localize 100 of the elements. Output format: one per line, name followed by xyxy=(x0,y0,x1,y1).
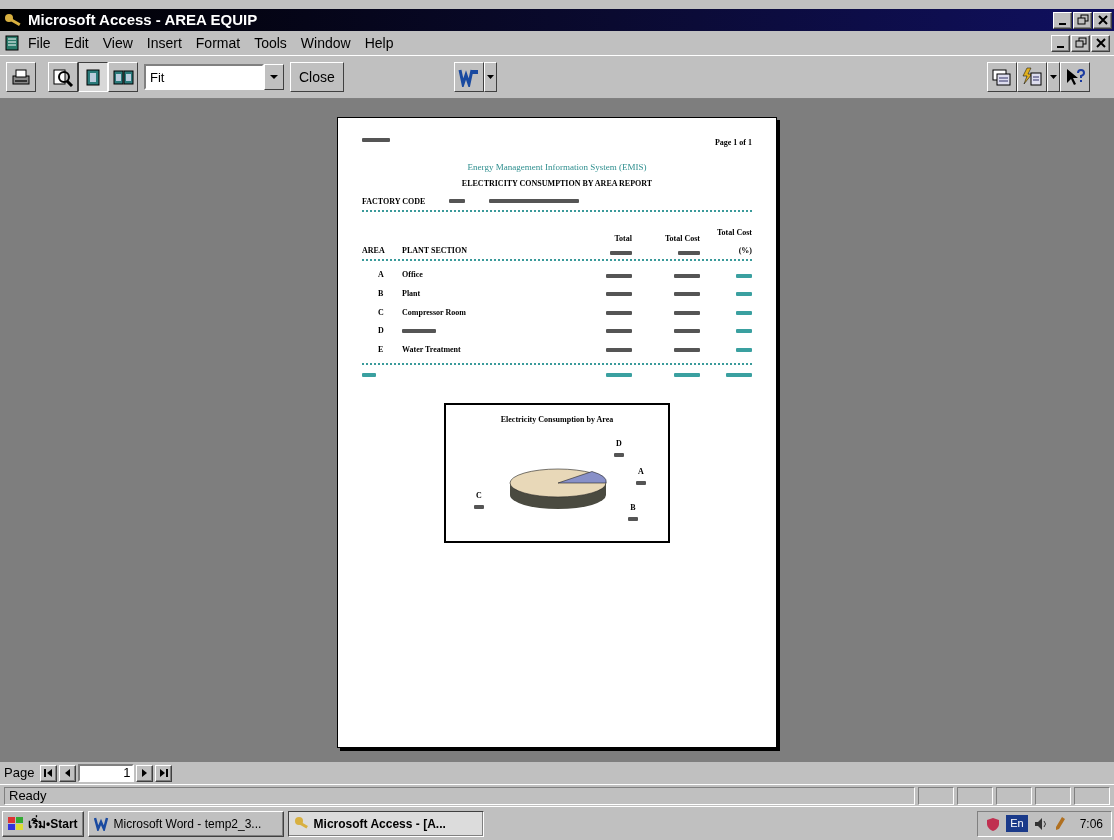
status-text: Ready xyxy=(4,786,915,805)
illegible-text-drawing xyxy=(726,372,752,377)
next-page-button[interactable] xyxy=(136,764,154,782)
menu-item[interactable]: Format xyxy=(189,32,247,54)
illegible-text-drawing xyxy=(606,372,632,377)
minimize-button[interactable] xyxy=(1053,11,1072,29)
illegible-text-drawing xyxy=(606,329,632,334)
table-cell-text: E xyxy=(377,344,385,355)
toolbar-button[interactable] xyxy=(78,62,108,92)
arrow-icon xyxy=(63,769,73,777)
dropdown-button[interactable] xyxy=(264,64,284,90)
column-header: AREA xyxy=(362,245,386,256)
table-cell-text: Water Treatment xyxy=(402,344,462,355)
illegible-text-drawing xyxy=(674,372,700,377)
restore-icon xyxy=(1073,36,1088,50)
shield-icon xyxy=(986,816,1001,831)
dropdown-arrow-icon xyxy=(1049,75,1057,79)
zoom-field[interactable]: Fit xyxy=(144,64,264,90)
print-icon xyxy=(10,67,32,87)
status-panel xyxy=(957,786,993,805)
table-cell-text: D xyxy=(377,326,385,336)
illegible-text-drawing xyxy=(610,251,632,256)
minimize-button[interactable] xyxy=(1051,34,1070,52)
table-cell-text: Plant xyxy=(402,289,422,299)
first-page-button[interactable] xyxy=(40,764,58,782)
dropdown-arrow-icon xyxy=(486,75,494,79)
illegible-text-drawing xyxy=(674,348,700,352)
status-panel xyxy=(996,786,1032,805)
illegible-text-drawing xyxy=(362,372,376,377)
close-button[interactable] xyxy=(1091,34,1110,52)
report-subtitle: ELECTRICITY CONSUMPTION BY AREA REPORT xyxy=(461,179,653,189)
last-page-button[interactable] xyxy=(155,764,173,782)
menu-item[interactable]: View xyxy=(96,32,139,54)
illegible-text-drawing xyxy=(362,138,390,142)
illegible-text-drawing xyxy=(736,348,752,352)
illegible-text-drawing xyxy=(736,310,752,315)
illegible-text-drawing xyxy=(474,504,484,509)
windows-icon xyxy=(990,67,1013,87)
taskbar-button[interactable]: Microsoft Word - temp2_3... xyxy=(87,810,284,837)
page-label: Page xyxy=(4,764,35,783)
illegible-text-drawing xyxy=(614,452,624,457)
illegible-text-drawing xyxy=(606,348,632,352)
column-header: Total Cost xyxy=(716,228,752,238)
slice-label: A xyxy=(638,467,644,477)
minimize-icon xyxy=(1059,23,1066,25)
illegible-text-drawing xyxy=(674,292,700,297)
table-cell-text: C xyxy=(377,307,385,318)
illegible-text-drawing xyxy=(674,273,700,278)
page-number-field[interactable]: 1 xyxy=(78,764,135,782)
previous-page-button[interactable] xyxy=(59,764,77,782)
menu-item[interactable]: Tools xyxy=(248,32,293,54)
chart-title: Electricity Consumption by Area xyxy=(500,415,614,425)
table-cell-text: Compressor Room xyxy=(402,307,467,318)
dropdown-arrow-icon xyxy=(270,75,278,79)
two-pages-icon xyxy=(112,67,134,87)
pen-icon xyxy=(1053,816,1066,831)
illegible-text-drawing xyxy=(736,292,752,297)
restore-button[interactable] xyxy=(1073,11,1092,29)
column-header: Total Cost xyxy=(664,233,700,244)
close-icon xyxy=(1093,36,1108,50)
menu-item[interactable]: Help xyxy=(358,32,400,54)
key-icon xyxy=(4,12,24,28)
menu-item[interactable]: Window xyxy=(294,32,357,54)
restore-icon xyxy=(1075,13,1090,27)
menu-item[interactable]: Edit xyxy=(58,32,95,54)
restore-button[interactable] xyxy=(1071,34,1090,52)
windows-flag-icon xyxy=(8,816,24,831)
table-cell-text: A xyxy=(377,270,385,281)
taskbar-button[interactable]: Microsoft Access - [A... xyxy=(287,810,484,837)
illegible-text-drawing xyxy=(606,273,632,278)
illegible-text-drawing xyxy=(674,329,700,334)
status-panel xyxy=(1035,786,1071,805)
language-indicator[interactable]: En xyxy=(1006,815,1028,832)
word-letter-icon xyxy=(93,816,110,831)
illegible-text-drawing xyxy=(674,310,700,315)
skip-arrow-icon xyxy=(159,769,169,777)
skip-arrow-icon xyxy=(44,769,54,777)
magnifier-icon xyxy=(52,67,74,87)
illegible-text-drawing xyxy=(736,273,752,278)
illegible-text-drawing xyxy=(402,329,436,334)
document-icon xyxy=(4,35,20,51)
column-header: Total xyxy=(614,233,632,244)
key-icon xyxy=(293,816,310,831)
column-header: PLANT SECTION xyxy=(402,245,468,256)
report-title: Energy Management Information System (EMIS) xyxy=(467,161,647,172)
column-header: (%) xyxy=(738,245,752,256)
illegible-text-drawing xyxy=(636,480,646,485)
menu-item[interactable]: File xyxy=(22,32,57,54)
field-label: FACTORY CODE xyxy=(362,196,426,207)
clock: 7:06 xyxy=(1079,815,1103,833)
start-button[interactable]: เริ่ม•Start xyxy=(2,810,84,837)
menu-item[interactable]: Insert xyxy=(140,32,188,54)
status-panel xyxy=(1074,786,1110,805)
form-lightning-icon xyxy=(1020,67,1043,87)
close-button[interactable] xyxy=(1093,11,1112,29)
close-button[interactable]: Close xyxy=(290,62,344,92)
slice-label: B xyxy=(630,503,636,513)
illegible-text-drawing xyxy=(628,516,638,521)
table-cell-text: B xyxy=(377,289,385,299)
page-number: Page 1 of 1 xyxy=(714,138,752,148)
